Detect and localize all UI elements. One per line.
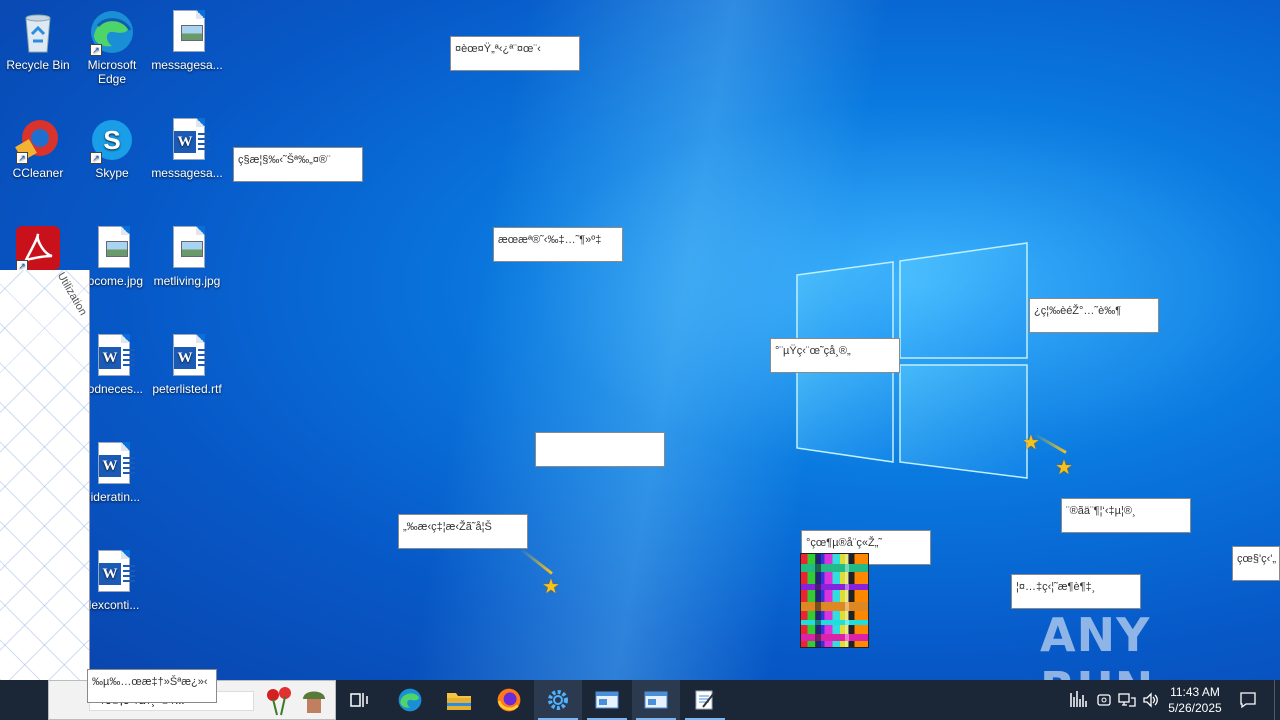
popup-box[interactable]: æœæª®˜‹‰‡…˜¶»º‡	[493, 227, 623, 262]
folder-icon	[447, 693, 471, 710]
window-app-icon	[644, 691, 668, 709]
popup-box[interactable]: ç§æ¦§‰‹˜Šª‰„¤®¨	[233, 147, 363, 182]
desktop-icon-messagesa-1[interactable]: messagesa...	[149, 8, 225, 72]
network-icon	[1118, 693, 1136, 707]
svg-text:S: S	[103, 125, 120, 155]
meet-now-icon	[1097, 694, 1111, 706]
desktop-icon-messagesa-2[interactable]: W messagesa...	[149, 116, 225, 180]
popup-box[interactable]: ¨®ãä¨¶¦‘‹‡µ¦®¸	[1061, 498, 1191, 533]
desktop-icon-label: messagesa...	[151, 166, 223, 180]
side-utilization-panel: Utilization	[0, 270, 90, 720]
shortcut-arrow-icon: ↗	[90, 152, 102, 164]
popup-box[interactable]: ¦¤…‡ç‹¦˜æ¶è¶‡¸	[1011, 574, 1141, 609]
show-desktop-button[interactable]	[1274, 680, 1280, 720]
clock-date: 5/26/2025	[1168, 701, 1222, 715]
desktop-icon-ccleaner[interactable]: ↗ CCleaner	[0, 116, 76, 180]
tray-meet-now-button[interactable]	[1094, 680, 1114, 720]
image-file-icon	[163, 8, 211, 56]
taskbar-window-button-2[interactable]	[632, 680, 680, 720]
star-trail	[519, 547, 553, 575]
taskbar-notepad-button[interactable]	[681, 680, 729, 720]
popup-box[interactable]: °¨µŸç‹¨œ˜çå¸®„	[770, 338, 900, 373]
desktop-icon-peterlisted[interactable]: W peterlisted.rtf	[149, 332, 225, 396]
desktop-icon-label: messagesa...	[151, 58, 223, 72]
taskbar-firefox-button[interactable]	[485, 680, 533, 720]
task-view-icon	[350, 693, 368, 707]
ccleaner-icon: ↗	[14, 116, 62, 164]
taskbar-file-explorer-button[interactable]	[435, 680, 483, 720]
desktop-icon-label: Recycle Bin	[6, 58, 70, 72]
task-view-button[interactable]	[336, 680, 384, 720]
tray-network-button[interactable]	[1116, 680, 1138, 720]
popup-box[interactable]: „‰æ‹ç‡¦æ‹Žã˜å¦Š	[398, 514, 528, 549]
desktop-icon-label: metliving.jpg	[153, 274, 221, 288]
desktop-icon-skype[interactable]: S ↗ Skype	[74, 116, 150, 180]
edge-icon	[398, 688, 422, 712]
notification-icon	[1240, 692, 1256, 709]
popup-box[interactable]: ¿ç¦‰èéŽ°…˜è‰¶	[1029, 298, 1159, 333]
taskbar-edge-button[interactable]	[386, 680, 434, 720]
word-file-icon: W	[163, 116, 211, 164]
network-activity-icon	[1070, 691, 1087, 707]
edge-icon: ↗	[88, 8, 136, 56]
popup-box[interactable]: ‰µ‰…œæ‡†»Šªæ¿»‹	[87, 669, 217, 703]
desktop-icon-label: Microsoft Edge	[87, 58, 137, 86]
image-file-icon	[88, 224, 136, 272]
notepad-icon	[695, 690, 715, 710]
flowers-icon	[263, 685, 333, 720]
firefox-icon	[497, 688, 521, 712]
star-icon: ★	[1055, 457, 1073, 479]
tray-volume-button[interactable]	[1140, 680, 1162, 720]
popup-box[interactable]: ¤è­œ¤Ÿ„ª‹¿ª¨¤œ¨‹	[450, 36, 580, 71]
desktop-icon-metliving[interactable]: metliving.jpg	[149, 224, 225, 288]
tray-notifications-button[interactable]	[1232, 680, 1264, 720]
recycle-bin-icon	[14, 8, 62, 56]
word-file-icon: W	[163, 332, 211, 380]
taskbar-window-button-1[interactable]	[583, 680, 631, 720]
word-file-icon: W	[88, 332, 136, 380]
desktop-icon-acrobat[interactable]: ↗	[0, 224, 76, 274]
star-icon: ★	[542, 576, 560, 598]
shortcut-arrow-icon: ↗	[90, 44, 102, 56]
volume-icon	[1143, 692, 1158, 708]
word-file-icon: W	[88, 440, 136, 488]
acrobat-icon: ↗	[14, 224, 62, 272]
skype-icon: S ↗	[88, 116, 136, 164]
popup-box[interactable]	[535, 432, 665, 467]
desktop-icon-recycle-bin[interactable]: Recycle Bin	[0, 8, 76, 72]
clock-time: 11:43 AM	[1170, 685, 1220, 699]
desktop-icon-label: CCleaner	[12, 166, 64, 180]
image-file-icon	[163, 224, 211, 272]
gear-icon	[548, 690, 568, 710]
side-panel-label: Utilization	[54, 270, 89, 318]
window-app-icon	[595, 691, 619, 709]
desktop-icon-edge[interactable]: ↗ Microsoft Edge	[74, 8, 150, 86]
taskbar-settings-button[interactable]	[534, 680, 582, 720]
word-file-icon: W	[88, 548, 136, 596]
popup-box[interactable]: çœ§'ç‹'„	[1232, 546, 1280, 581]
tray-clock[interactable]: 11:43 AM 5/26/2025	[1164, 680, 1226, 720]
star-icon: ★	[1022, 432, 1040, 454]
desktop-icon-label: peterlisted.rtf	[152, 382, 222, 396]
glitch-image	[800, 553, 869, 648]
desktop-icon-label: Skype	[95, 166, 129, 180]
shortcut-arrow-icon: ↗	[16, 152, 28, 164]
tray-network-graph[interactable]	[1068, 680, 1090, 720]
